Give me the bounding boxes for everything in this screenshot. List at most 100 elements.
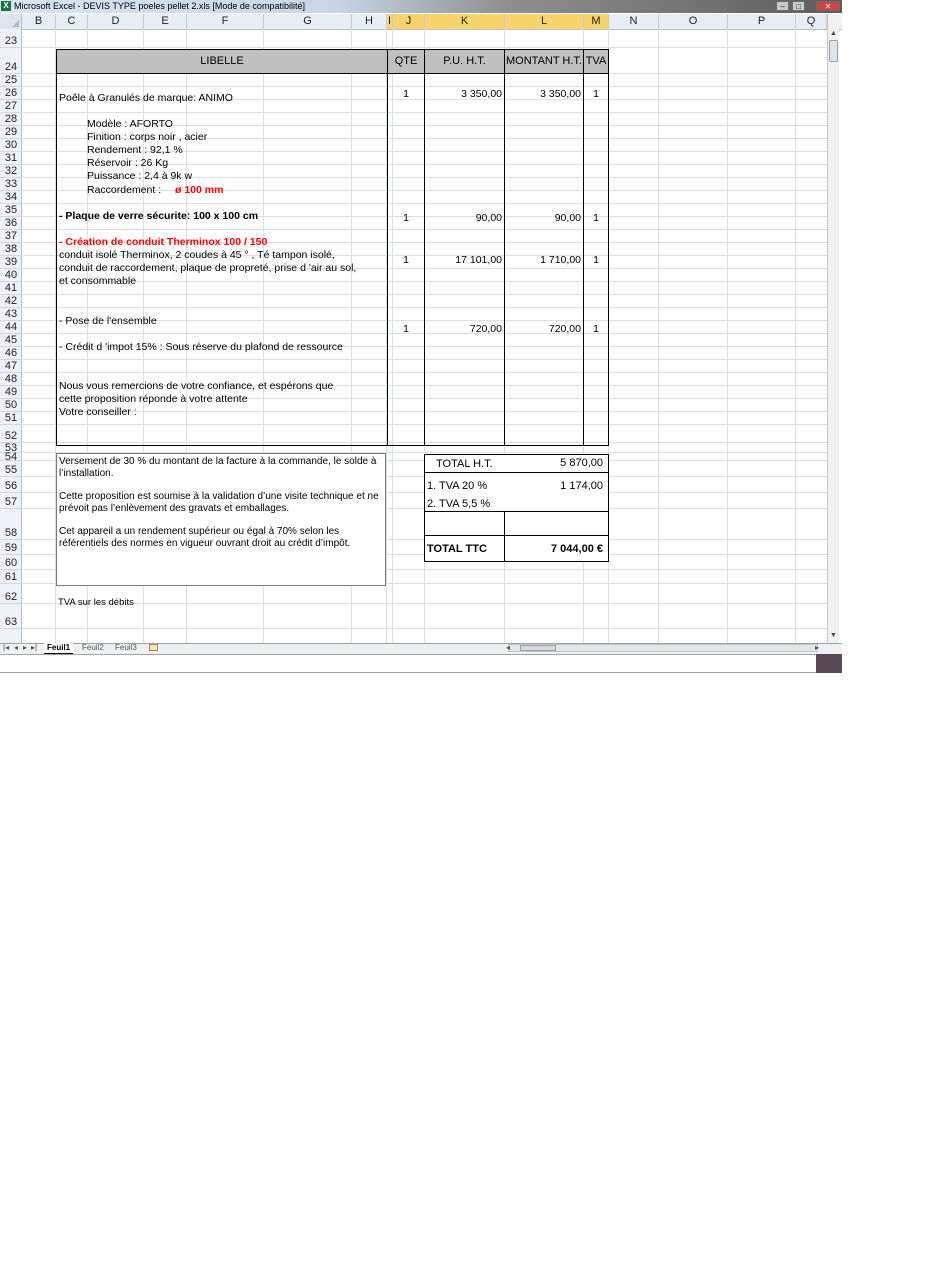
note-appareil-2: référentiels des normes en vigueur ouvra… bbox=[59, 538, 351, 549]
row-header[interactable]: 29 bbox=[0, 126, 22, 139]
row-header[interactable]: 59 bbox=[0, 540, 22, 555]
row-header[interactable]: 63 bbox=[0, 604, 22, 629]
row-header[interactable]: 24 bbox=[0, 48, 22, 74]
row-header[interactable]: 42 bbox=[0, 295, 22, 308]
row-header[interactable]: 30 bbox=[0, 139, 22, 152]
minimize-button[interactable]: – bbox=[776, 1, 789, 11]
next-sheet-icon[interactable]: ▸ bbox=[23, 643, 27, 653]
row-header[interactable]: 31 bbox=[0, 152, 22, 165]
worksheet-grid[interactable]: LIBELLE QTE P.U. H.T. MONTANT H.T. TVA P… bbox=[22, 29, 827, 643]
row-header[interactable]: 25 bbox=[0, 74, 22, 87]
vertical-scrollbar[interactable] bbox=[827, 14, 839, 643]
row-header[interactable]: 46 bbox=[0, 347, 22, 360]
line-poele: Poêle à Granulés de marque: ANIMO bbox=[59, 92, 233, 104]
row-header[interactable]: 43 bbox=[0, 308, 22, 321]
column-header-g[interactable]: G bbox=[264, 14, 352, 29]
row-header[interactable]: 33 bbox=[0, 178, 22, 191]
row-header[interactable]: 52 bbox=[0, 425, 22, 443]
row-header[interactable]: 55 bbox=[0, 461, 22, 477]
column-header-e[interactable]: E bbox=[144, 14, 187, 29]
scroll-down-icon[interactable]: ▼ bbox=[830, 632, 837, 639]
column-header-j[interactable]: J bbox=[393, 14, 425, 29]
row-header[interactable]: 35 bbox=[0, 204, 22, 217]
row-header[interactable]: 23 bbox=[0, 29, 22, 48]
row-header[interactable]: 60 bbox=[0, 555, 22, 570]
column-header-h[interactable]: H bbox=[352, 14, 387, 29]
column-header-m[interactable]: M bbox=[584, 14, 609, 29]
note-validation-1: Cette proposition est soumise à la valid… bbox=[59, 491, 379, 502]
column-header-o[interactable]: O bbox=[659, 14, 728, 29]
vertical-scroll-thumb[interactable] bbox=[829, 40, 838, 62]
column-header-k[interactable]: K bbox=[425, 14, 505, 29]
row-header[interactable]: 54 bbox=[0, 452, 22, 463]
row-header[interactable]: 37 bbox=[0, 230, 22, 243]
row-header[interactable]: 51 bbox=[0, 412, 22, 425]
total-ttc-value: 7 044,00 € bbox=[551, 543, 603, 555]
row-header[interactable]: 49 bbox=[0, 386, 22, 399]
maximize-button[interactable]: □ bbox=[792, 1, 805, 11]
line-raccordement-label: Raccordement : bbox=[87, 184, 162, 196]
first-sheet-icon[interactable]: |◂ bbox=[3, 643, 9, 653]
line-remerciement-1: Nous vous remercions de votre confiance,… bbox=[59, 380, 334, 392]
row-header[interactable]: 47 bbox=[0, 360, 22, 373]
line-plaque: - Plaque de verre sécurite: 100 x 100 cm bbox=[59, 210, 259, 222]
close-button[interactable]: ✕ bbox=[816, 1, 840, 11]
row-header[interactable]: 36 bbox=[0, 217, 22, 230]
previous-sheet-icon[interactable]: ◂ bbox=[14, 643, 18, 653]
window-title: Microsoft Excel - DEVIS TYPE poeles pell… bbox=[14, 1, 305, 11]
row-header[interactable]: 61 bbox=[0, 570, 22, 584]
status-bar bbox=[0, 654, 842, 673]
sheet-tab-feuil2[interactable]: Feuil2 bbox=[82, 643, 104, 653]
row-header[interactable]: 62 bbox=[0, 584, 22, 604]
row-header[interactable]: 27 bbox=[0, 100, 22, 113]
row-header[interactable]: 39 bbox=[0, 256, 22, 269]
row-header[interactable]: 57 bbox=[0, 493, 22, 509]
column-header-f[interactable]: F bbox=[187, 14, 264, 29]
select-all-corner[interactable] bbox=[0, 14, 22, 29]
column-header-d[interactable]: D bbox=[88, 14, 144, 29]
column-header-p[interactable]: P bbox=[728, 14, 796, 29]
tva-55-label: 2. TVA 5,5 % bbox=[427, 498, 491, 510]
row-header[interactable]: 38 bbox=[0, 243, 22, 256]
row-header[interactable]: 34 bbox=[0, 191, 22, 204]
row-header[interactable]: 48 bbox=[0, 373, 22, 386]
item-pu: 3 350,00 bbox=[461, 88, 502, 100]
row-header[interactable]: 40 bbox=[0, 269, 22, 282]
header-pu-ht: P.U. H.T. bbox=[443, 55, 486, 67]
row-header[interactable]: 58 bbox=[0, 509, 22, 540]
column-header-n[interactable]: N bbox=[609, 14, 659, 29]
total-ttc-label: TOTAL TTC bbox=[427, 543, 487, 555]
row-header[interactable]: 28 bbox=[0, 113, 22, 126]
line-puissance: Puissance : 2,4 à 9k w bbox=[87, 170, 193, 182]
item-qte: 1 bbox=[403, 323, 409, 335]
scroll-up-icon[interactable]: ▲ bbox=[830, 30, 837, 37]
sheet-tab-feuil3[interactable]: Feuil3 bbox=[115, 643, 137, 653]
row-header[interactable]: 56 bbox=[0, 477, 22, 493]
table-border bbox=[56, 49, 609, 50]
row-header[interactable]: 44 bbox=[0, 321, 22, 334]
item-pu: 17 101,00 bbox=[455, 254, 502, 266]
totals-border bbox=[424, 454, 609, 455]
last-sheet-icon[interactable]: ▸| bbox=[31, 643, 37, 653]
insert-sheet-icon[interactable] bbox=[149, 644, 158, 651]
column-header-c[interactable]: C bbox=[56, 14, 88, 29]
total-ht-label: TOTAL H.T. bbox=[436, 458, 493, 470]
sheet-tab-feuil1[interactable]: Feuil1 bbox=[44, 643, 74, 654]
table-border bbox=[583, 49, 584, 446]
horizontal-scroll-thumb[interactable] bbox=[520, 645, 556, 651]
row-header[interactable]: 50 bbox=[0, 399, 22, 412]
taskbar-thumbnail bbox=[816, 654, 842, 673]
item-montant: 720,00 bbox=[548, 323, 581, 335]
row-header[interactable]: 45 bbox=[0, 334, 22, 347]
total-ht-value: 5 870,00 bbox=[560, 457, 603, 469]
scroll-left-icon[interactable]: ◂ bbox=[506, 643, 510, 653]
column-header-q[interactable]: Q bbox=[796, 14, 827, 29]
scroll-right-icon[interactable]: ▸ bbox=[815, 643, 819, 653]
row-header[interactable]: 32 bbox=[0, 165, 22, 178]
column-header-l[interactable]: L bbox=[505, 14, 584, 29]
column-header-b[interactable]: B bbox=[22, 14, 56, 29]
note-versement-2: l’installation. bbox=[59, 468, 114, 479]
totals-border bbox=[424, 535, 609, 536]
row-header[interactable]: 41 bbox=[0, 282, 22, 295]
row-header[interactable]: 26 bbox=[0, 87, 22, 100]
